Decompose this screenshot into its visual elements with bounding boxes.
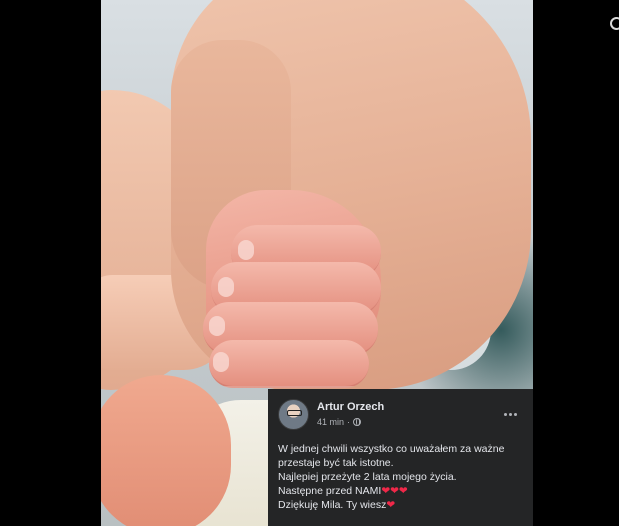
separator: ·	[347, 416, 351, 427]
post-card: Artur Orzech 41 min · W jednej chwili ws…	[268, 389, 533, 526]
post-line: W jednej chwili wszystko co uważałem za …	[278, 443, 505, 455]
post-line: Dziękuję Mila. Ty wiesz❤	[278, 499, 396, 511]
post-meta: Artur Orzech 41 min ·	[317, 401, 384, 428]
heart-icon: ❤	[386, 499, 396, 511]
baby-fingernail	[209, 316, 225, 336]
baby-fingernail	[238, 240, 254, 260]
viewer-stage: Artur Orzech 41 min · W jednej chwili ws…	[0, 0, 619, 526]
avatar-glasses	[287, 409, 302, 416]
post-line: Najlepiej przeżyte 2 lata mojego życia.	[278, 471, 457, 483]
post-text: W jednej chwili wszystko co uważałem za …	[278, 442, 521, 512]
heart-icon: ❤❤❤	[381, 485, 408, 497]
post-line: przestaje być tak istotne.	[278, 457, 394, 469]
author-name[interactable]: Artur Orzech	[317, 401, 384, 414]
baby-finger	[209, 340, 369, 388]
post-timeline: 41 min ·	[317, 416, 384, 428]
baby-fingernail	[213, 352, 229, 372]
post-line: Następne przed NAMI❤❤❤	[278, 485, 408, 497]
baby-head	[101, 375, 231, 526]
more-options-button[interactable]	[499, 403, 521, 425]
avatar[interactable]	[278, 398, 309, 430]
post-header: Artur Orzech 41 min ·	[278, 398, 521, 430]
more-horizontal-icon	[503, 412, 507, 416]
baby-fingernail	[218, 277, 234, 297]
close-icon[interactable]	[610, 17, 619, 30]
post-time[interactable]: 41 min	[317, 416, 344, 428]
globe-icon	[353, 417, 362, 426]
